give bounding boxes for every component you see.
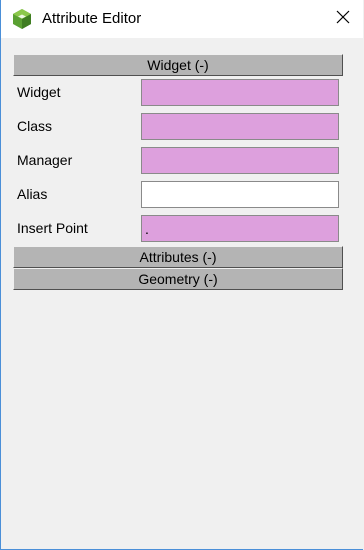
insert-point-label: Insert Point	[17, 220, 88, 236]
alias-label: Alias	[17, 186, 48, 202]
close-button[interactable]	[323, 0, 363, 38]
class-row: Class	[13, 110, 343, 144]
class-label: Class	[17, 118, 53, 134]
alias-field[interactable]	[141, 181, 339, 208]
window-title: Attribute Editor	[42, 10, 142, 27]
widget-label: Widget	[17, 84, 61, 100]
widget-section-header[interactable]: Widget (-)	[13, 54, 343, 76]
widget-field[interactable]	[141, 79, 339, 106]
class-field[interactable]	[141, 113, 339, 140]
attribute-editor-window: Attribute Editor Widget (-) Widget Class	[0, 0, 363, 550]
attributes-section-header[interactable]: Attributes (-)	[13, 246, 343, 268]
editor-client-area: Widget (-) Widget Class Manager Alias In…	[1, 38, 363, 549]
alias-row: Alias	[13, 178, 343, 212]
cube-icon	[12, 8, 32, 30]
manager-row: Manager	[13, 144, 343, 178]
attribute-panel: Widget (-) Widget Class Manager Alias In…	[13, 54, 343, 290]
geometry-section-header[interactable]: Geometry (-)	[13, 268, 343, 290]
manager-field[interactable]	[141, 147, 339, 174]
close-icon	[336, 10, 350, 29]
insert-point-row: Insert Point	[13, 212, 343, 246]
manager-label: Manager	[17, 152, 73, 168]
widget-row: Widget	[13, 76, 343, 110]
insert-point-field[interactable]	[141, 215, 339, 242]
title-bar[interactable]: Attribute Editor	[1, 0, 363, 38]
